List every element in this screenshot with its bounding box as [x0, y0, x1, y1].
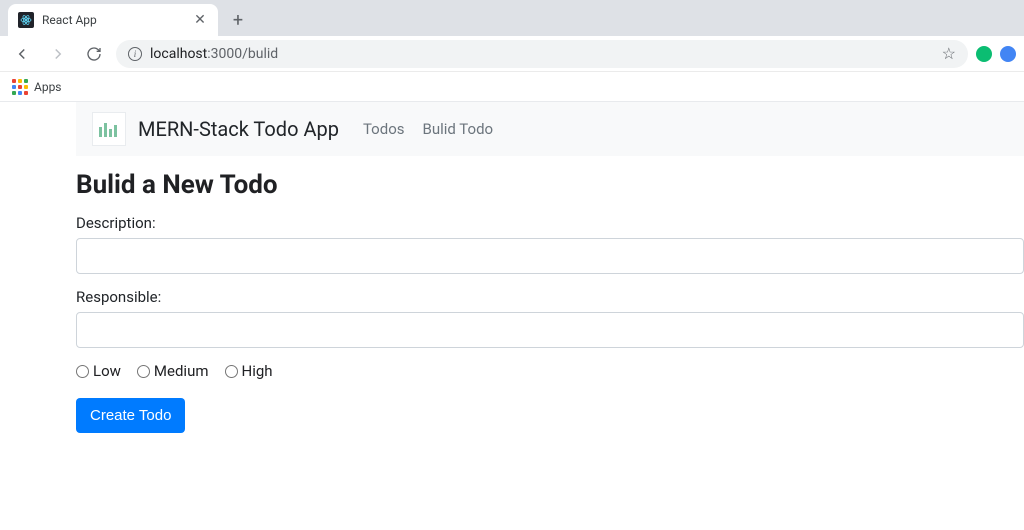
url-host: localhost	[150, 46, 207, 62]
description-input[interactable]	[76, 238, 1024, 274]
responsible-input[interactable]	[76, 312, 1024, 348]
react-favicon	[18, 12, 34, 28]
priority-radio-low[interactable]	[76, 365, 89, 378]
browser-tab[interactable]: React App ✕	[8, 4, 218, 36]
app-navbar: MERN-Stack Todo App Todos Bulid Todo	[76, 102, 1024, 156]
priority-label: Medium	[154, 362, 209, 380]
browser-tabstrip: React App ✕ +	[0, 0, 1024, 36]
priority-label: High	[242, 362, 273, 380]
create-todo-button[interactable]: Create Todo	[76, 398, 185, 433]
browser-toolbar: i localhost:3000/bulid ☆	[0, 36, 1024, 72]
priority-radios: Low Medium High	[76, 362, 1024, 380]
form-container: Bulid a New Todo Description: Responsibl…	[0, 156, 1024, 433]
url-text: localhost:3000/bulid	[150, 46, 278, 62]
form-group-responsible: Responsible:	[76, 288, 1024, 348]
form-group-description: Description:	[76, 214, 1024, 274]
bookmarks-bar: Apps	[0, 72, 1024, 102]
priority-option-medium[interactable]: Medium	[137, 362, 209, 380]
back-button[interactable]	[8, 40, 36, 68]
page-content: MERN-Stack Todo App Todos Bulid Todo Bul…	[0, 102, 1024, 433]
extension-icon[interactable]	[976, 46, 992, 62]
apps-icon[interactable]	[12, 79, 28, 95]
address-bar[interactable]: i localhost:3000/bulid ☆	[116, 40, 968, 68]
brand-logo	[92, 112, 126, 146]
priority-option-high[interactable]: High	[225, 362, 273, 380]
url-path: :3000/bulid	[207, 46, 278, 62]
extension-icon[interactable]	[1000, 46, 1016, 62]
brand-text[interactable]: MERN-Stack Todo App	[138, 117, 339, 141]
reload-button[interactable]	[80, 40, 108, 68]
priority-radio-medium[interactable]	[137, 365, 150, 378]
priority-radio-high[interactable]	[225, 365, 238, 378]
apps-label[interactable]: Apps	[34, 80, 62, 94]
forward-button[interactable]	[44, 40, 72, 68]
site-info-icon[interactable]: i	[128, 47, 142, 61]
new-tab-button[interactable]: +	[224, 6, 252, 34]
tab-title: React App	[42, 13, 184, 27]
nav-link-todos[interactable]: Todos	[363, 120, 405, 138]
nav-link-build-todo[interactable]: Bulid Todo	[423, 120, 494, 138]
responsible-label: Responsible:	[76, 288, 1024, 306]
priority-label: Low	[93, 362, 121, 380]
priority-option-low[interactable]: Low	[76, 362, 121, 380]
bookmark-star-icon[interactable]: ☆	[942, 44, 956, 63]
page-title: Bulid a New Todo	[76, 170, 1024, 200]
close-tab-icon[interactable]: ✕	[192, 12, 208, 28]
description-label: Description:	[76, 214, 1024, 232]
